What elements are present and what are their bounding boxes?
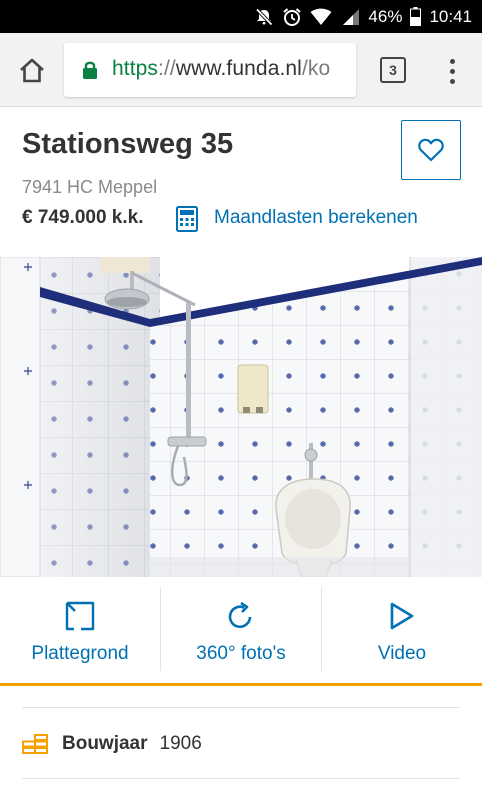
rotate-icon <box>228 601 252 629</box>
feature-label: Bouwjaar <box>62 733 148 754</box>
video-label: Video <box>377 643 427 664</box>
browser-toolbar: https://www.funda.nl/ko 3 <box>0 33 482 107</box>
url-host: www.funda.nl <box>175 57 302 80</box>
home-icon <box>20 58 44 83</box>
wifi-icon <box>310 8 332 26</box>
url-scheme: https <box>112 57 159 80</box>
clock: 10:41 <box>429 6 472 26</box>
mortgage-calculator-link[interactable]: Maandlasten berekenen <box>214 207 418 229</box>
media-actions: Plattegrond 360° foto's Video <box>0 587 482 683</box>
address-bar[interactable]: https://www.funda.nl/ko <box>64 43 356 97</box>
browser-menu-button[interactable] <box>440 53 464 89</box>
photos-360-button[interactable]: 360° foto's <box>161 587 321 683</box>
feature-value: 1906 <box>159 733 202 754</box>
url-text: https://www.funda.nl/ko <box>112 57 330 81</box>
feature-row: Bouwjaar 1906 <box>22 730 202 758</box>
home-button[interactable] <box>14 53 50 89</box>
heart-icon <box>418 138 444 162</box>
divider <box>22 707 460 708</box>
floorplan-button[interactable]: Plattegrond <box>0 587 160 683</box>
url-path: /ko <box>301 57 331 80</box>
tab-switcher-button[interactable]: 3 <box>380 57 406 83</box>
listing-title: Stationsweg 35 <box>22 128 234 160</box>
listing-price: € 749.000 k.k. <box>22 207 144 228</box>
calculator-icon[interactable] <box>176 206 198 232</box>
video-button[interactable]: Video <box>322 587 482 683</box>
play-icon <box>390 602 414 630</box>
menu-dot <box>449 68 455 74</box>
section-accent-line <box>0 683 482 686</box>
favorite-button[interactable] <box>401 120 461 180</box>
battery-percent: 46% <box>368 6 403 26</box>
menu-dot <box>449 78 455 84</box>
lock-icon <box>83 61 97 79</box>
listing-photo[interactable] <box>0 257 482 577</box>
listing-postcode: 7941 HC Meppel <box>22 177 158 197</box>
divider <box>22 778 460 779</box>
url-separator: :// <box>158 57 176 80</box>
mute-icon <box>254 7 274 27</box>
status-bar: 46% 10:41 <box>0 0 482 33</box>
signal-icon <box>340 8 360 26</box>
battery-icon <box>410 7 422 26</box>
tab-count: 3 <box>389 62 397 78</box>
brick-icon <box>22 734 48 754</box>
photos-360-label: 360° foto's <box>196 643 286 664</box>
menu-dot <box>449 58 455 64</box>
floorplan-icon <box>65 601 95 631</box>
floorplan-label: Plattegrond <box>31 643 129 664</box>
alarm-icon <box>282 7 302 27</box>
